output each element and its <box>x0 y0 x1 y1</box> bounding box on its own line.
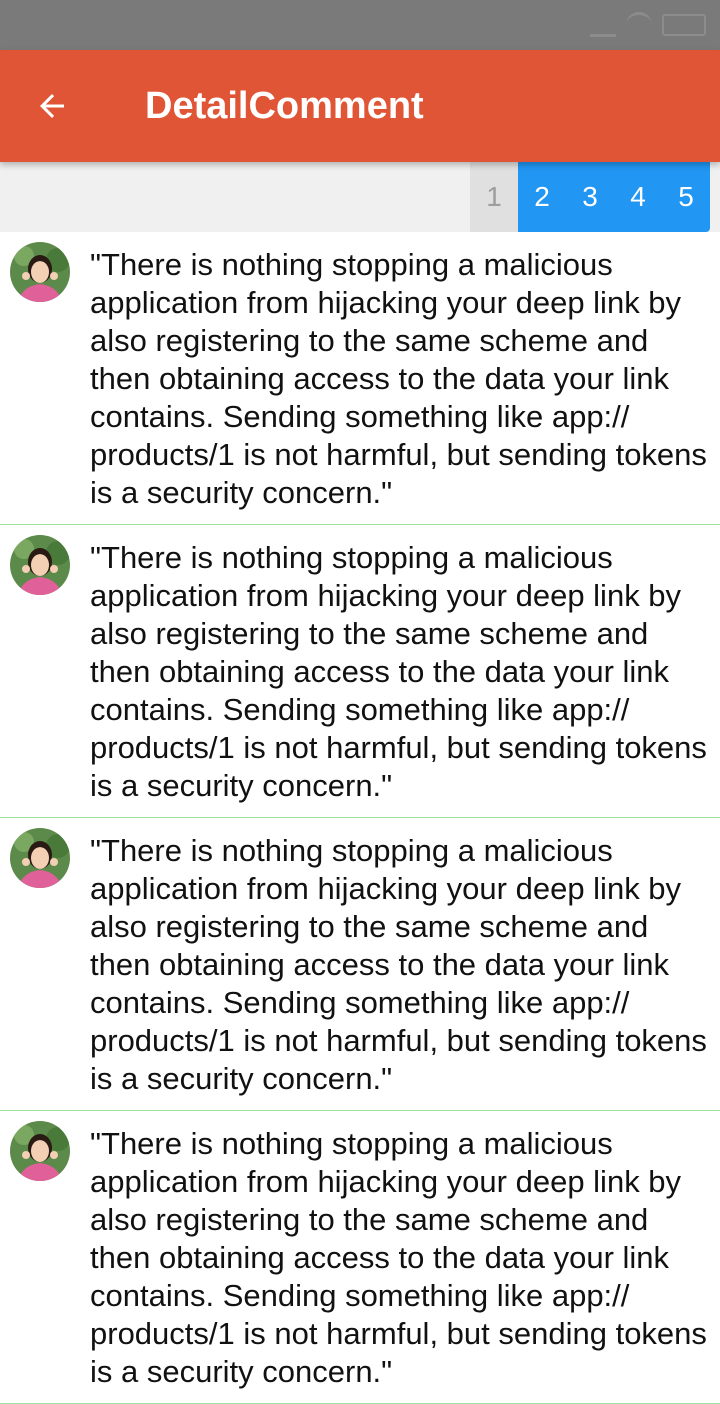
comment-list: "There is nothing stopping a malicious a… <box>0 232 720 1404</box>
page-button-1[interactable]: 1 <box>470 162 518 232</box>
comment-text: "There is nothing stopping a malicious a… <box>90 1126 707 1389</box>
user-avatar-icon <box>10 1121 70 1181</box>
comment-item[interactable]: "There is nothing stopping a malicious a… <box>0 818 720 1111</box>
page-button-3[interactable]: 3 <box>566 162 614 232</box>
wifi-icon <box>626 12 652 37</box>
comment-text: "There is nothing stopping a malicious a… <box>90 247 707 510</box>
comment-item[interactable]: "There is nothing stopping a malicious a… <box>0 525 720 818</box>
avatar <box>10 1121 70 1181</box>
pagination-bar: 1 2 3 4 5 <box>0 162 720 232</box>
avatar <box>10 242 70 302</box>
pagination: 1 2 3 4 5 <box>470 162 710 232</box>
avatar <box>10 828 70 888</box>
page-button-5[interactable]: 5 <box>662 162 710 232</box>
user-avatar-icon <box>10 535 70 595</box>
back-button[interactable] <box>22 76 82 136</box>
comment-item[interactable]: "There is nothing stopping a malicious a… <box>0 232 720 525</box>
arrow-left-icon <box>40 94 64 118</box>
avatar <box>10 535 70 595</box>
page-button-4[interactable]: 4 <box>614 162 662 232</box>
user-avatar-icon <box>10 828 70 888</box>
status-icons <box>590 12 706 37</box>
comment-text: "There is nothing stopping a malicious a… <box>90 833 707 1096</box>
signal-icon <box>590 12 616 37</box>
status-bar <box>0 0 720 50</box>
app-bar: DetailComment <box>0 50 720 162</box>
user-avatar-icon <box>10 242 70 302</box>
comment-text: "There is nothing stopping a malicious a… <box>90 540 707 803</box>
battery-icon <box>662 13 706 36</box>
page-title: DetailComment <box>145 85 424 127</box>
page-button-2[interactable]: 2 <box>518 162 566 232</box>
comment-item[interactable]: "There is nothing stopping a malicious a… <box>0 1111 720 1404</box>
